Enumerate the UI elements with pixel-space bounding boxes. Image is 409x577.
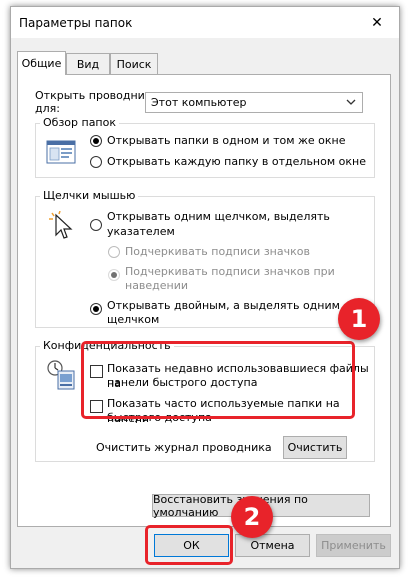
title-bar[interactable]: Параметры папок ✕ [11, 7, 399, 38]
tab-general-label: Общие [21, 57, 62, 70]
clear-history-label: Очистить журнал проводника [96, 441, 272, 454]
recent-files-icon [47, 360, 75, 390]
underline-always-label: Подчеркивать подписи значков [125, 245, 310, 258]
radio-double-click[interactable] [90, 303, 102, 315]
radio-same-window[interactable] [90, 135, 102, 147]
underline-hover-label-line1: Подчеркивать подписи значков при [125, 265, 335, 278]
tab-general[interactable]: Общие [17, 51, 66, 75]
close-button[interactable]: ✕ [355, 7, 399, 38]
step-marker-1: 1 [338, 298, 380, 340]
browse-folders-title: Обзор папок [40, 116, 119, 129]
single-click-label-line2: указателем [107, 225, 175, 238]
radio-new-window[interactable] [90, 156, 102, 168]
tab-view[interactable]: Вид [66, 53, 110, 74]
folder-window-icon [46, 140, 76, 164]
chevron-down-icon [346, 99, 356, 105]
apply-button[interactable]: Применить [316, 534, 391, 557]
mouse-clicks-group: Щелчки мышью Открывать одним щелчком, вы… [35, 189, 375, 328]
highlight-frame-ok [145, 525, 233, 565]
tab-search[interactable]: Поиск [110, 53, 158, 74]
option-new-window-label: Открывать каждую папку в отдельном окне [107, 155, 366, 168]
radio-underline-hover[interactable] [108, 269, 120, 281]
option-same-window-label: Открывать папки в одном и том же окне [107, 134, 346, 147]
cancel-button-label: Отмена [250, 539, 295, 552]
underline-hover-label-line2: наведении [125, 279, 189, 292]
tab-view-label: Вид [76, 57, 100, 71]
browse-folders-group: Обзор папок Открывать папки в одном и то… [35, 116, 375, 178]
general-tab-panel: Открыть проводник для: Этот компьютер Об… [17, 74, 391, 527]
highlight-frame-privacy [81, 341, 355, 419]
double-click-label-line2: щелчком [107, 313, 160, 326]
apply-button-label: Применить [321, 539, 386, 552]
clear-button-label: Очистить [287, 441, 343, 454]
folder-options-dialog: Параметры папок ✕ Общие Вид Поиск Открыт… [10, 6, 400, 569]
open-explorer-selected: Этот компьютер [151, 96, 247, 109]
tab-search-label: Поиск [116, 57, 152, 71]
step-marker-2: 2 [231, 496, 273, 538]
cursor-click-icon [49, 211, 73, 239]
mouse-clicks-title: Щелчки мышью [40, 189, 139, 202]
close-icon: ✕ [371, 14, 383, 31]
single-click-label-line1: Открывать одним щелчком, выделять [107, 210, 330, 223]
window-title: Параметры папок [19, 16, 133, 30]
open-explorer-label-line2: для: [35, 102, 60, 115]
open-explorer-select[interactable]: Этот компьютер [145, 92, 363, 113]
radio-single-click[interactable] [90, 219, 102, 231]
clear-history-button[interactable]: Очистить [283, 436, 347, 459]
radio-underline-always[interactable] [108, 246, 120, 258]
double-click-label-line1: Открывать двойным, а выделять одним [107, 299, 340, 312]
